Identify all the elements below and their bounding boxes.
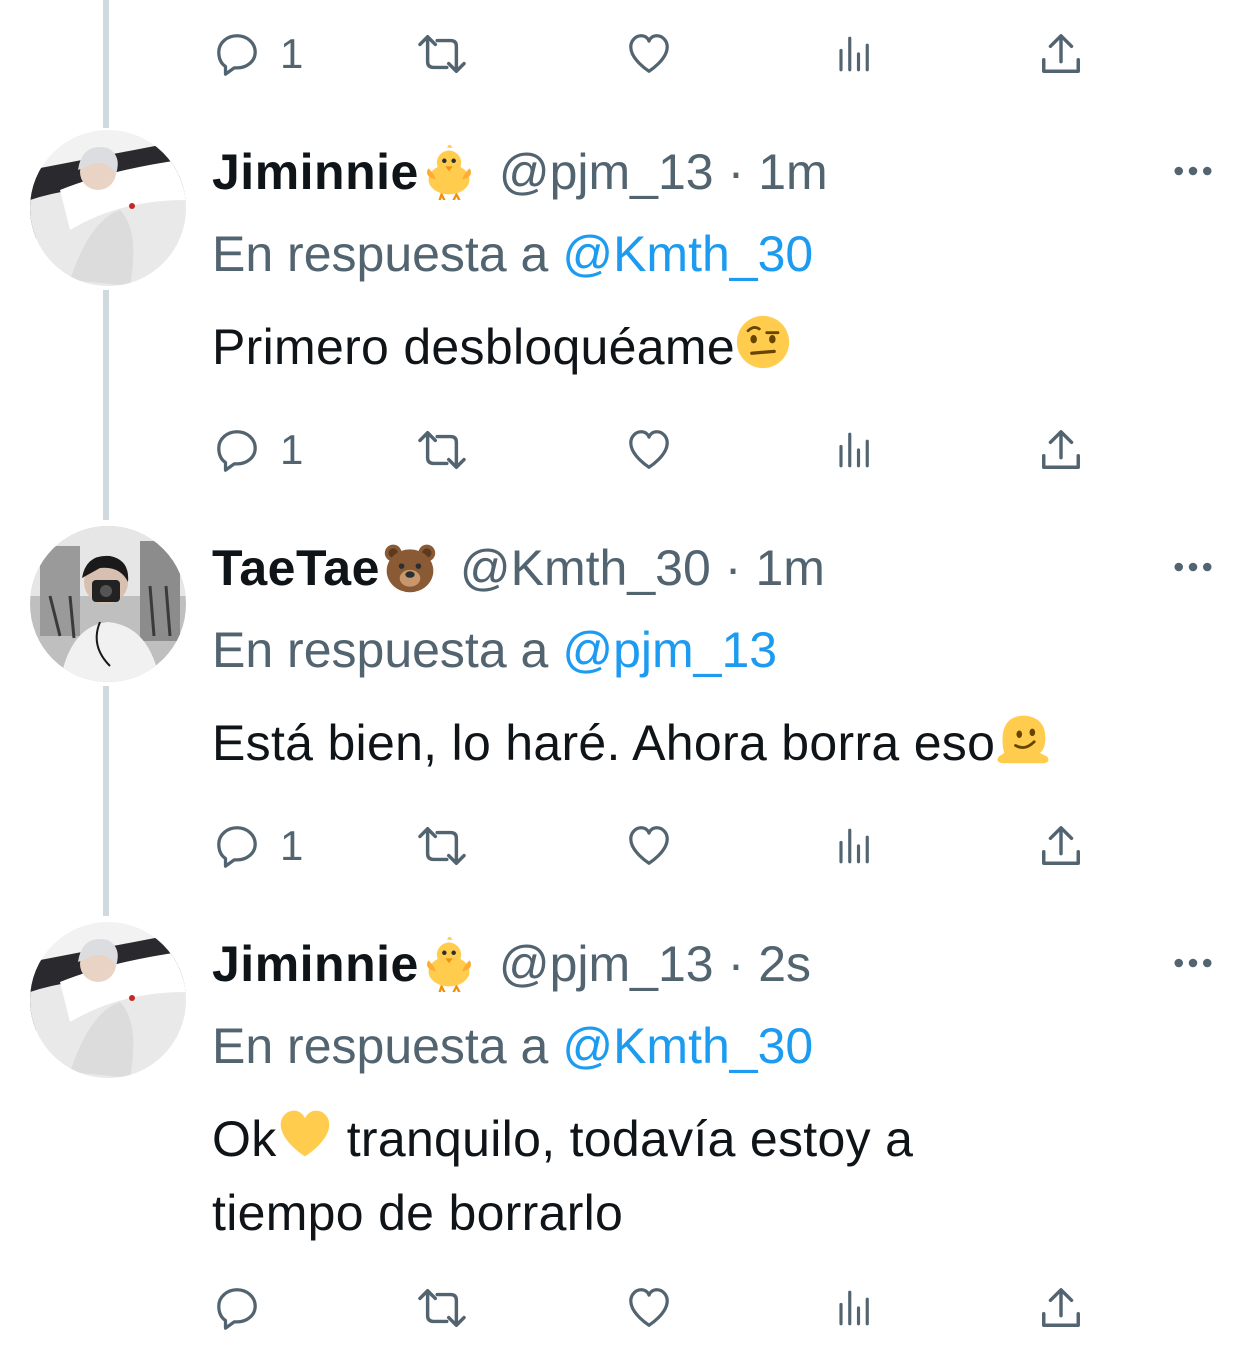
timestamp[interactable]: 1m	[758, 147, 827, 197]
avatar[interactable]	[30, 922, 186, 1078]
reply-mention[interactable]: @Kmth_30	[562, 1018, 813, 1074]
reply-mention[interactable]: @Kmth_30	[562, 226, 813, 282]
user-handle[interactable]: @pjm_13	[499, 147, 714, 197]
tweet-text: Ok tranquilo, todavía estoy a tiempo de …	[212, 1102, 1072, 1250]
like-button[interactable]	[626, 816, 672, 876]
tweet-text-body: Está bien, lo haré. Ahora borra eso	[212, 715, 996, 771]
tweet-text: Está bien, lo haré. Ahora borra eso	[212, 706, 1212, 780]
views-button[interactable]	[834, 24, 876, 84]
more-icon[interactable]	[1174, 958, 1212, 968]
avatar[interactable]	[30, 526, 186, 682]
retweet-icon	[414, 823, 470, 869]
retweet-button[interactable]	[414, 816, 470, 876]
reply-icon	[214, 427, 260, 473]
separator: ·	[727, 936, 745, 992]
share-button[interactable]	[1038, 816, 1084, 876]
reply-icon	[214, 31, 260, 77]
like-icon	[626, 1285, 672, 1331]
like-icon	[626, 427, 672, 473]
display-name[interactable]: TaeTae	[212, 543, 380, 593]
share-icon	[1038, 1285, 1084, 1331]
like-button[interactable]	[626, 420, 672, 480]
reply-context: En respuesta a @pjm_13	[212, 620, 777, 680]
tweet-header: Jiminnie @pjm_13 · 2s	[212, 932, 811, 996]
reply-count: 1	[280, 426, 304, 473]
like-icon	[626, 31, 672, 77]
retweet-icon	[414, 1285, 470, 1331]
views-button[interactable]	[834, 420, 876, 480]
face-with-raised-eyebrow-icon	[735, 314, 791, 370]
reply-context: En respuesta a @Kmth_30	[212, 1016, 813, 1076]
melting-face-icon	[995, 710, 1051, 766]
tweet-text-body: Primero desbloquéame	[212, 319, 735, 375]
reply-prefix: En respuesta a	[212, 226, 549, 282]
display-name[interactable]: Jiminnie	[212, 147, 419, 197]
views-icon	[834, 31, 876, 77]
reply-mention[interactable]: @pjm_13	[562, 622, 777, 678]
views-icon	[834, 1285, 876, 1331]
reply-icon	[214, 823, 260, 869]
avatar[interactable]	[30, 130, 186, 286]
share-icon	[1038, 31, 1084, 77]
more-icon[interactable]	[1174, 562, 1212, 572]
action-bar	[0, 1278, 1242, 1338]
reply-context: En respuesta a @Kmth_30	[212, 224, 813, 284]
tweet-header: Jiminnie @pjm_13 · 1m	[212, 140, 828, 204]
retweet-icon	[414, 31, 470, 77]
action-bar: 1	[0, 420, 1242, 480]
reply-button[interactable]: 1	[214, 420, 303, 480]
yellow-heart-icon	[277, 1106, 333, 1162]
user-handle[interactable]: @Kmth_30	[460, 543, 711, 593]
baby-chick-icon	[421, 144, 477, 200]
reply-button[interactable]: 1	[214, 24, 303, 84]
display-name[interactable]: Jiminnie	[212, 939, 419, 989]
retweet-button[interactable]	[414, 24, 470, 84]
reply-prefix: En respuesta a	[212, 1018, 549, 1074]
views-button[interactable]	[834, 1278, 876, 1338]
user-handle[interactable]: @pjm_13	[499, 939, 714, 989]
separator: ·	[727, 144, 745, 200]
reply-count: 1	[280, 822, 304, 869]
like-icon	[626, 823, 672, 869]
reply-button[interactable]	[214, 1278, 280, 1338]
reply-prefix: En respuesta a	[212, 622, 549, 678]
views-icon	[834, 427, 876, 473]
tweet-text-start: Ok	[212, 1111, 277, 1167]
baby-chick-icon	[421, 936, 477, 992]
separator: ·	[724, 540, 742, 596]
tweet[interactable]: Jiminnie @pjm_13 · 2s En respuesta a @Kmt…	[0, 932, 1242, 1292]
retweet-button[interactable]	[414, 420, 470, 480]
views-button[interactable]	[834, 816, 876, 876]
like-button[interactable]	[626, 1278, 672, 1338]
more-icon[interactable]	[1174, 166, 1212, 176]
timestamp[interactable]: 2s	[758, 939, 811, 989]
views-icon	[834, 823, 876, 869]
reply-button[interactable]: 1	[214, 816, 303, 876]
share-icon	[1038, 427, 1084, 473]
retweet-button[interactable]	[414, 1278, 470, 1338]
share-button[interactable]	[1038, 1278, 1084, 1338]
share-button[interactable]	[1038, 420, 1084, 480]
share-icon	[1038, 823, 1084, 869]
tweet-header: TaeTae @Kmth_30 · 1m	[212, 536, 825, 600]
action-bar: 1	[0, 816, 1242, 876]
reply-count: 1	[280, 30, 304, 77]
action-bar-previous: 1	[0, 24, 1242, 84]
like-button[interactable]	[626, 24, 672, 84]
bear-face-icon	[382, 540, 438, 596]
retweet-icon	[414, 427, 470, 473]
tweet-text: Primero desbloquéame	[212, 310, 1212, 384]
reply-icon	[214, 1285, 260, 1331]
timestamp[interactable]: 1m	[755, 543, 824, 593]
share-button[interactable]	[1038, 24, 1084, 84]
